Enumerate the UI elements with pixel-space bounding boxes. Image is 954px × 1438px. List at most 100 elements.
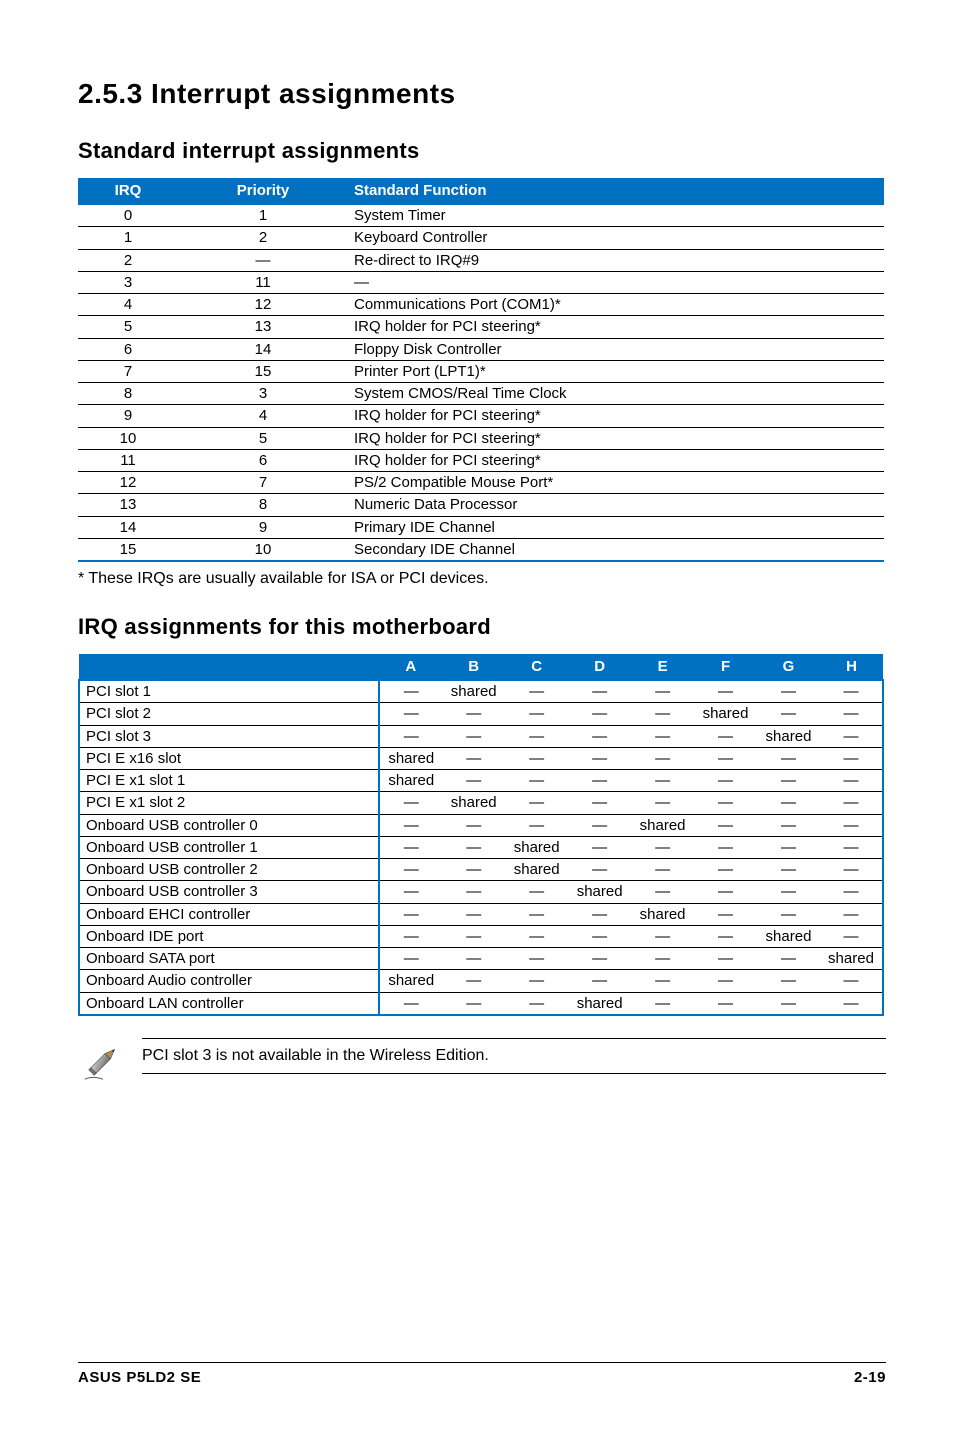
cell-value: — [820, 836, 883, 858]
cell-value: — [568, 859, 631, 881]
cell-value: — [631, 725, 694, 747]
cell-device: Onboard USB controller 3 [79, 881, 379, 903]
th-function: Standard Function [348, 178, 884, 204]
table-row: 94IRQ holder for PCI steering* [78, 405, 884, 427]
cell-priority: 14 [178, 338, 348, 360]
cell-value: — [442, 903, 505, 925]
cell-priority: 13 [178, 316, 348, 338]
table-row: Onboard USB controller 3———shared———— [79, 881, 883, 903]
table-row: Onboard EHCI controller————shared——— [79, 903, 883, 925]
cell-value: — [568, 792, 631, 814]
cell-device: PCI slot 2 [79, 703, 379, 725]
cell-irq: 3 [78, 271, 178, 293]
cell-value: shared [820, 948, 883, 970]
cell-value: — [694, 925, 757, 947]
cell-value: — [694, 814, 757, 836]
table-row: 149Primary IDE Channel [78, 516, 884, 538]
table-row: PCI E x1 slot 1shared——————— [79, 770, 883, 792]
cell-value: — [694, 859, 757, 881]
table-row: PCI slot 3——————shared— [79, 725, 883, 747]
cell-value: — [442, 770, 505, 792]
cell-value: — [820, 903, 883, 925]
cell-value: — [694, 747, 757, 769]
cell-value: shared [631, 814, 694, 836]
th-irq: IRQ [78, 178, 178, 204]
cell-value: — [442, 970, 505, 992]
cell-value: — [505, 948, 568, 970]
subheading-motherboard: IRQ assignments for this motherboard [78, 614, 886, 640]
cell-value: — [505, 792, 568, 814]
table-row: Onboard SATA port———————shared [79, 948, 883, 970]
cell-value: — [505, 703, 568, 725]
cell-value: shared [379, 970, 442, 992]
cell-device: Onboard USB controller 0 [79, 814, 379, 836]
cell-value: — [631, 925, 694, 947]
cell-value: — [820, 792, 883, 814]
cell-value: — [568, 770, 631, 792]
cell-function: Floppy Disk Controller [348, 338, 884, 360]
table-row: Onboard IDE port——————shared— [79, 925, 883, 947]
cell-function: System Timer [348, 204, 884, 227]
cell-value: — [757, 992, 820, 1015]
cell-value: — [694, 792, 757, 814]
table-row: PCI slot 2—————shared—— [79, 703, 883, 725]
cell-value: — [379, 925, 442, 947]
cell-priority: 7 [178, 472, 348, 494]
cell-value: — [568, 680, 631, 703]
cell-priority: 9 [178, 516, 348, 538]
th-col-c: C [505, 654, 568, 680]
cell-function: IRQ holder for PCI steering* [348, 316, 884, 338]
th-col-d: D [568, 654, 631, 680]
cell-value: — [379, 948, 442, 970]
cell-value: — [757, 680, 820, 703]
cell-value: — [568, 814, 631, 836]
table-row: 311— [78, 271, 884, 293]
cell-priority: 15 [178, 360, 348, 382]
cell-value: — [568, 703, 631, 725]
table-row: 12Keyboard Controller [78, 227, 884, 249]
cell-value: shared [757, 925, 820, 947]
cell-value: — [757, 836, 820, 858]
cell-value: — [820, 703, 883, 725]
cell-value: — [505, 881, 568, 903]
cell-value: — [694, 992, 757, 1015]
cell-value: — [694, 970, 757, 992]
cell-irq: 6 [78, 338, 178, 360]
cell-value: — [442, 948, 505, 970]
irq-assignment-table: ABCDEFGH PCI slot 1—shared——————PCI slot… [78, 654, 884, 1016]
cell-priority: 4 [178, 405, 348, 427]
th-col-e: E [631, 654, 694, 680]
cell-value: — [568, 948, 631, 970]
cell-function: System CMOS/Real Time Clock [348, 383, 884, 405]
table-row: 2—Re-direct to IRQ#9 [78, 249, 884, 271]
cell-device: PCI slot 1 [79, 680, 379, 703]
cell-device: Onboard IDE port [79, 925, 379, 947]
cell-function: Secondary IDE Channel [348, 538, 884, 561]
cell-value: — [568, 970, 631, 992]
cell-value: — [379, 859, 442, 881]
cell-function: Numeric Data Processor [348, 494, 884, 516]
cell-value: — [757, 792, 820, 814]
cell-value: shared [442, 792, 505, 814]
cell-value: — [631, 680, 694, 703]
th-col-b: B [442, 654, 505, 680]
cell-irq: 8 [78, 383, 178, 405]
table-row: 105IRQ holder for PCI steering* [78, 427, 884, 449]
cell-value: — [568, 725, 631, 747]
cell-irq: 12 [78, 472, 178, 494]
table-row: 715Printer Port (LPT1)* [78, 360, 884, 382]
cell-device: PCI E x1 slot 2 [79, 792, 379, 814]
table-row: PCI E x1 slot 2—shared—————— [79, 792, 883, 814]
cell-value: shared [442, 680, 505, 703]
cell-value: shared [505, 836, 568, 858]
cell-value: — [757, 703, 820, 725]
cell-priority: 2 [178, 227, 348, 249]
cell-function: Keyboard Controller [348, 227, 884, 249]
cell-value: — [505, 680, 568, 703]
cell-value: — [820, 770, 883, 792]
cell-value: — [694, 948, 757, 970]
table-row: 83System CMOS/Real Time Clock [78, 383, 884, 405]
cell-priority: 1 [178, 204, 348, 227]
cell-value: — [505, 992, 568, 1015]
cell-priority: 12 [178, 294, 348, 316]
